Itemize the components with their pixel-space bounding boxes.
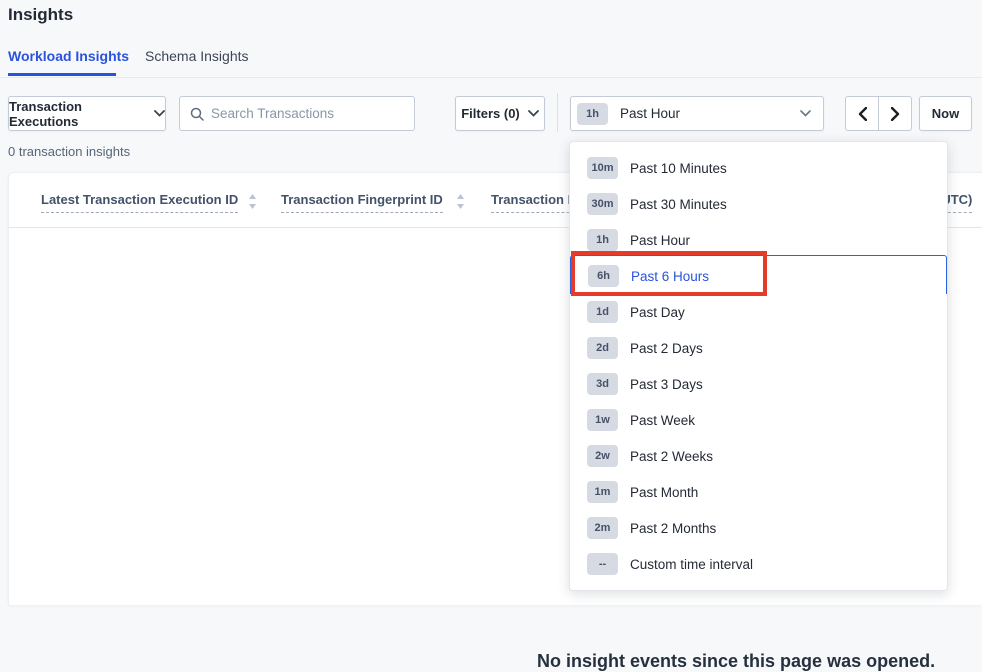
time-option-label: Past 10 Minutes: [630, 161, 727, 176]
active-tab-underline: [8, 73, 116, 76]
time-option-label: Past Hour: [630, 233, 690, 248]
time-option-label: Past Month: [630, 485, 698, 500]
filters-label: Filters (0): [461, 106, 520, 121]
chevron-left-icon: [858, 107, 867, 121]
time-option-past-3-days[interactable]: 3d Past 3 Days: [570, 366, 947, 402]
time-option-past-10-minutes[interactable]: 10m Past 10 Minutes: [570, 150, 947, 186]
now-button[interactable]: Now: [919, 96, 972, 131]
time-option-badge: 1d: [587, 301, 618, 323]
time-option-badge: 1w: [587, 409, 618, 431]
insights-count: 0 transaction insights: [8, 144, 130, 159]
column-header-transaction-fingerprint-id[interactable]: Transaction Fingerprint ID: [281, 192, 443, 213]
time-option-badge: --: [587, 553, 618, 575]
chevron-down-icon: [154, 110, 165, 117]
time-option-badge: 1m: [587, 481, 618, 503]
time-interval-dropdown: 10m Past 10 Minutes 30m Past 30 Minutes …: [569, 141, 948, 591]
time-option-past-2-months[interactable]: 2m Past 2 Months: [570, 510, 947, 546]
time-option-past-2-days[interactable]: 2d Past 2 Days: [570, 330, 947, 366]
time-interval-label: Past Hour: [620, 106, 680, 121]
tab-schema-insights[interactable]: Schema Insights: [145, 48, 249, 64]
column-header-latest-transaction-execution-id[interactable]: Latest Transaction Execution ID: [41, 192, 238, 213]
time-option-badge: 1h: [587, 229, 618, 251]
next-interval-button[interactable]: [879, 97, 911, 130]
time-option-label: Past 30 Minutes: [630, 197, 727, 212]
time-option-badge: 2m: [587, 517, 618, 539]
time-interval-select[interactable]: 1h Past Hour: [570, 96, 824, 131]
time-option-label: Past 2 Weeks: [630, 449, 713, 464]
chevron-right-icon: [891, 107, 900, 121]
time-option-badge: 2d: [587, 337, 618, 359]
time-option-label: Custom time interval: [630, 557, 753, 572]
time-option-label: Past 3 Days: [630, 377, 703, 392]
chevron-down-icon: [528, 110, 539, 117]
sort-icon[interactable]: [248, 194, 257, 209]
time-option-badge: 2w: [587, 445, 618, 467]
time-option-custom-time-interval[interactable]: -- Custom time interval: [570, 546, 947, 582]
time-option-badge: 10m: [587, 157, 618, 179]
time-option-badge: 3d: [587, 373, 618, 395]
chevron-down-icon: [800, 110, 811, 117]
time-option-past-hour[interactable]: 1h Past Hour: [570, 222, 947, 258]
time-option-label: Past 2 Months: [630, 521, 716, 536]
filters-button[interactable]: Filters (0): [455, 96, 545, 131]
time-option-past-30-minutes[interactable]: 30m Past 30 Minutes: [570, 186, 947, 222]
empty-state-message: No insight events since this page was op…: [537, 651, 935, 672]
transaction-type-select[interactable]: Transaction Executions: [8, 96, 166, 131]
search-box[interactable]: [179, 96, 415, 131]
search-input[interactable]: [211, 106, 404, 121]
time-option-past-2-weeks[interactable]: 2w Past 2 Weeks: [570, 438, 947, 474]
time-option-label: Past 2 Days: [630, 341, 703, 356]
now-label: Now: [932, 106, 959, 121]
page-title: Insights: [8, 5, 73, 25]
tab-workload-insights[interactable]: Workload Insights: [8, 48, 129, 64]
sort-icon[interactable]: [456, 194, 465, 209]
previous-interval-button[interactable]: [846, 97, 879, 130]
time-option-past-day[interactable]: 1d Past Day: [570, 294, 947, 330]
search-icon: [190, 107, 204, 121]
transaction-type-label: Transaction Executions: [9, 99, 146, 129]
time-option-past-week[interactable]: 1w Past Week: [570, 402, 947, 438]
insights-page: Insights Workload Insights Schema Insigh…: [0, 0, 982, 605]
time-option-past-month[interactable]: 1m Past Month: [570, 474, 947, 510]
time-range-arrows: [845, 96, 912, 131]
time-option-label: Past 6 Hours: [631, 269, 709, 284]
tab-bar-divider: [0, 77, 982, 78]
toolbar-divider: [557, 93, 558, 132]
time-option-badge: 30m: [587, 193, 618, 215]
time-option-badge: 6h: [588, 265, 619, 287]
time-option-label: Past Week: [630, 413, 695, 428]
time-option-label: Past Day: [630, 305, 685, 320]
time-option-past-6-hours[interactable]: 6h Past 6 Hours: [570, 255, 947, 297]
time-interval-badge: 1h: [577, 103, 608, 125]
